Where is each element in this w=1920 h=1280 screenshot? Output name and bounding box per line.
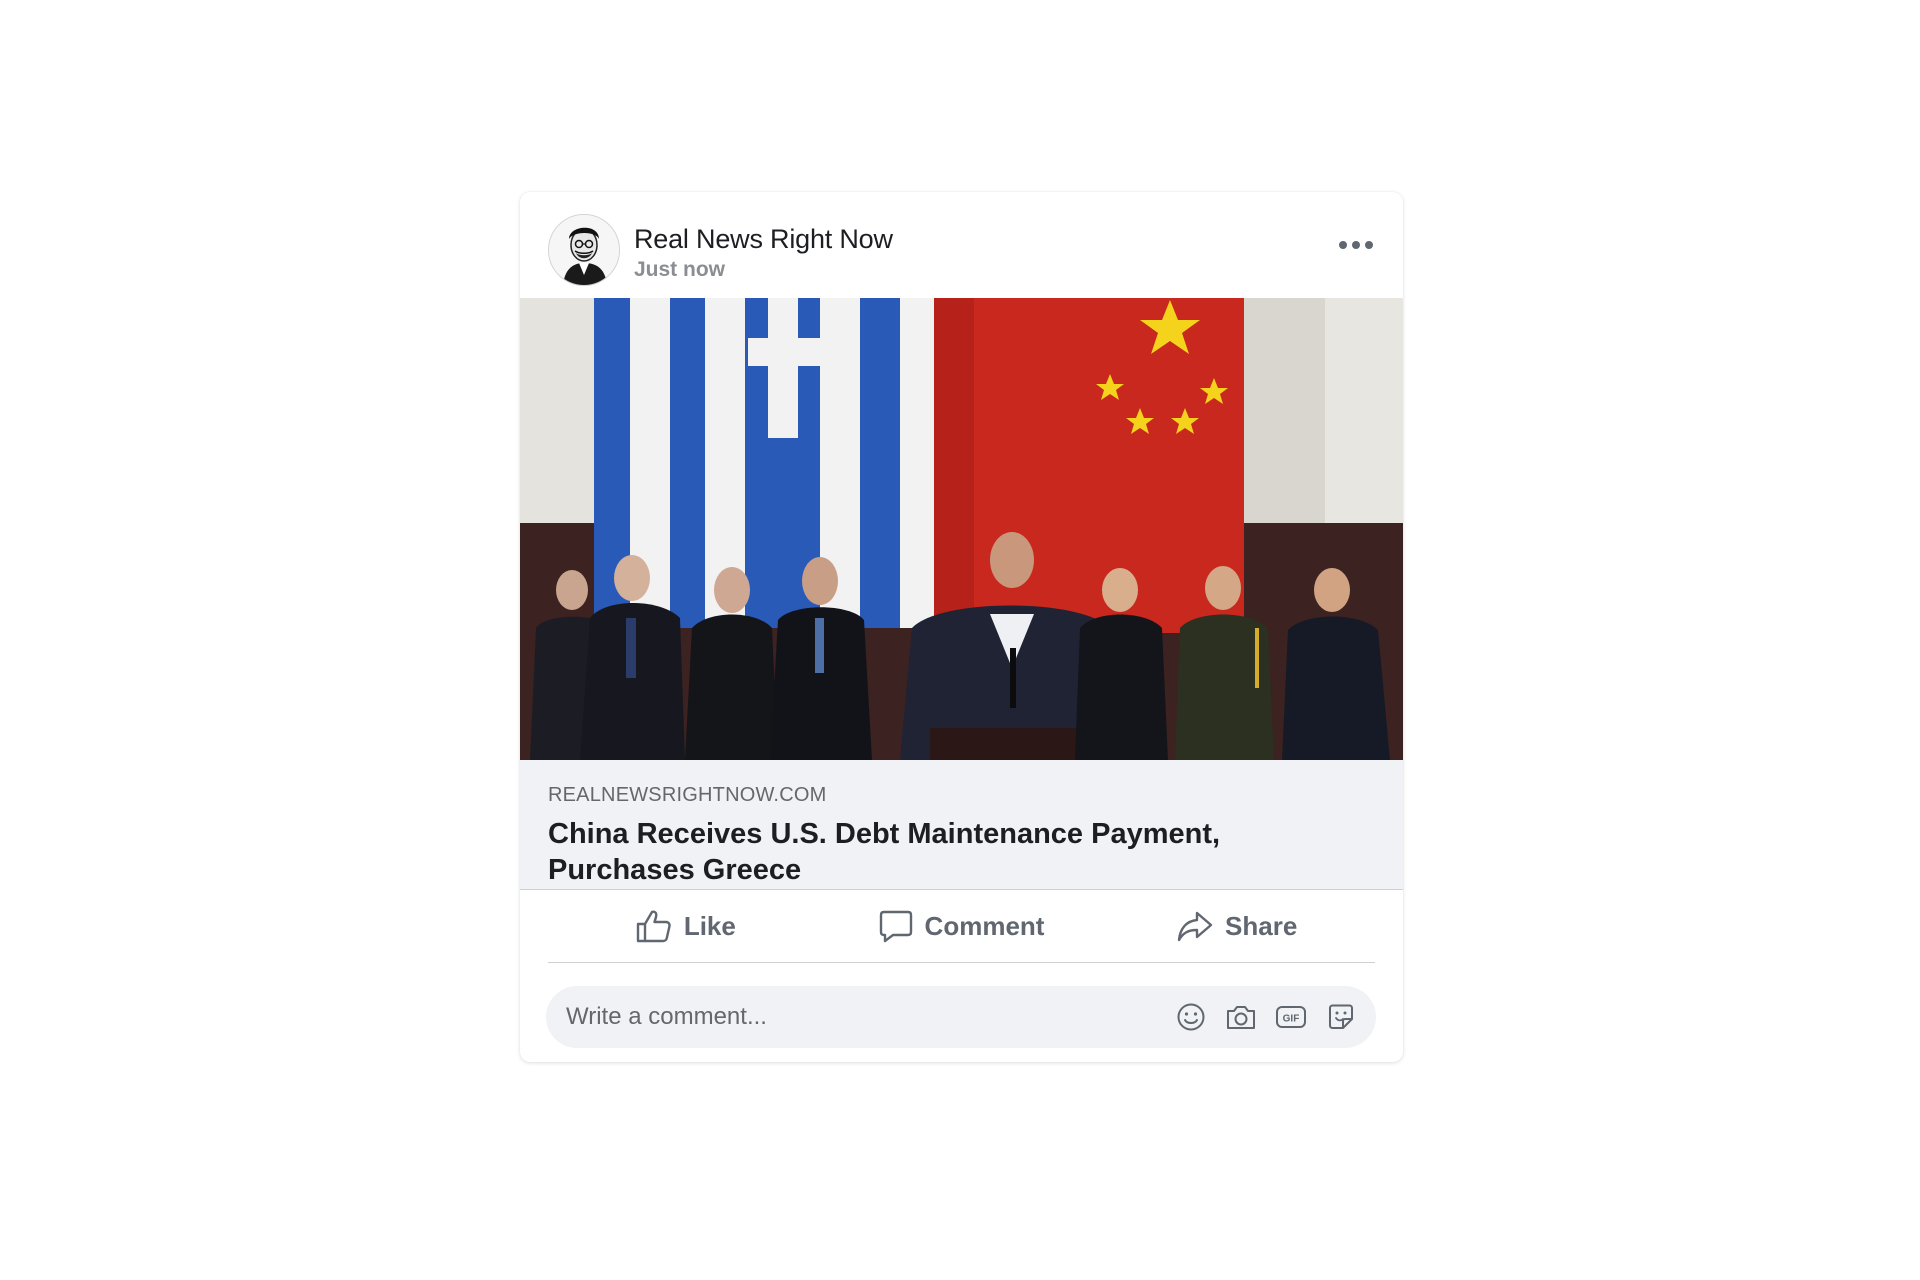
link-headline[interactable]: China Receives U.S. Debt Maintenance Pay… bbox=[548, 816, 1368, 888]
link-preview[interactable]: REALNEWSRIGHTNOW.COM China Receives U.S.… bbox=[520, 760, 1403, 890]
comment-bubble-icon bbox=[879, 910, 912, 943]
share-button[interactable]: Share bbox=[1099, 890, 1375, 962]
comment-label: Comment bbox=[924, 910, 1045, 941]
link-domain: REALNEWSRIGHTNOW.COM bbox=[548, 784, 827, 806]
share-arrow-icon bbox=[1177, 911, 1213, 942]
chinese-flag bbox=[934, 298, 1244, 633]
like-label: Like bbox=[683, 910, 736, 941]
comment-button[interactable]: Comment bbox=[824, 890, 1100, 962]
more-horizontal-icon[interactable] bbox=[1331, 232, 1381, 258]
post-image[interactable] bbox=[520, 298, 1403, 760]
comment-composer: GIF bbox=[546, 986, 1376, 1048]
avatar-portrait-image bbox=[549, 215, 619, 285]
share-label: Share bbox=[1225, 910, 1298, 941]
gif-icon[interactable]: GIF bbox=[1274, 1000, 1308, 1034]
emoji-icon[interactable] bbox=[1174, 1000, 1208, 1034]
post-card: Real News Right Now Just now REALNEWSRIG… bbox=[520, 192, 1403, 1062]
sticker-icon[interactable] bbox=[1324, 1000, 1358, 1034]
press-conference-photo bbox=[520, 298, 1403, 760]
page-avatar[interactable] bbox=[548, 214, 620, 286]
comment-tools: GIF bbox=[1174, 986, 1358, 1048]
page-name[interactable]: Real News Right Now bbox=[634, 224, 893, 255]
post-header: Real News Right Now Just now bbox=[520, 192, 1403, 298]
post-timestamp[interactable]: Just now bbox=[634, 258, 725, 282]
comment-input[interactable] bbox=[546, 986, 1146, 1048]
thumbs-up-icon bbox=[636, 910, 671, 943]
action-bar: Like Comment Share bbox=[548, 890, 1375, 963]
svg-text:GIF: GIF bbox=[1283, 1014, 1300, 1025]
camera-icon[interactable] bbox=[1224, 1000, 1258, 1034]
like-button[interactable]: Like bbox=[548, 890, 824, 962]
